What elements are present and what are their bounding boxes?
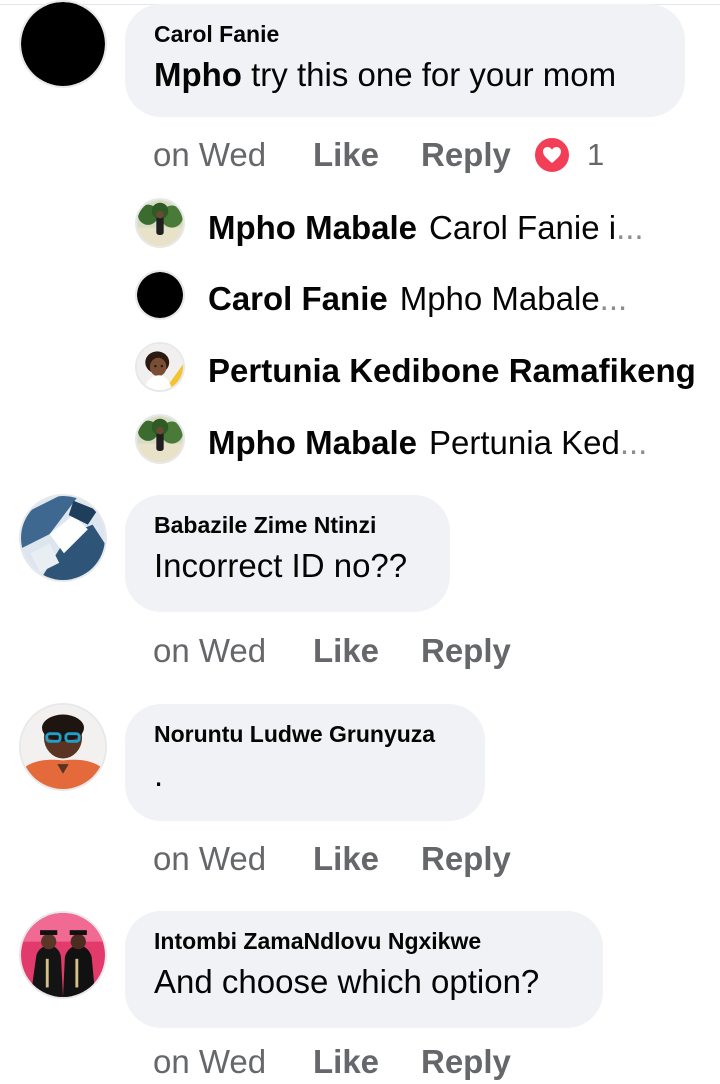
reply-author[interactable]: Carol Fanie xyxy=(208,280,388,318)
reply-author[interactable]: Mpho Mabale xyxy=(208,209,417,247)
comment-timestamp-partial[interactable]: on Wed xyxy=(153,1043,313,1081)
reply-ellipsis: ... xyxy=(619,424,648,461)
avatar-noruntu[interactable] xyxy=(19,703,107,791)
comment-actions: on Wed Like Reply xyxy=(153,837,533,881)
reply-button[interactable]: Reply xyxy=(421,136,533,174)
comment-text: Incorrect ID no?? xyxy=(154,547,408,584)
comment-bubble[interactable]: Carol Fanie Mpho try this one for your m… xyxy=(125,4,685,117)
like-button[interactable]: Like xyxy=(313,840,421,878)
reply-text: Mpho Mabale xyxy=(399,280,600,317)
reply-button[interactable]: Reply xyxy=(421,632,533,670)
avatar-carol-fanie-reply[interactable] xyxy=(135,270,185,320)
reply-ellipsis: ... xyxy=(599,280,628,317)
reply-text: Carol Fanie i xyxy=(429,209,617,246)
reaction-count[interactable]: 1 xyxy=(587,137,604,173)
comment-author[interactable]: Noruntu Ludwe Grunyuza xyxy=(154,720,456,748)
comment-actions: on Wed Like Reply xyxy=(153,629,533,673)
comment-text: . xyxy=(154,756,164,793)
heart-icon[interactable] xyxy=(533,136,571,174)
reply-ellipsis: ... xyxy=(616,209,644,246)
comment-body: try this one for your mom xyxy=(241,56,617,93)
comment-bubble[interactable]: Intombi ZamaNdlovu Ngxikwe And choose wh… xyxy=(125,911,603,1028)
comment-text: Mpho try this one for your mom xyxy=(154,55,656,95)
avatar-intombi[interactable] xyxy=(19,911,107,999)
comment-timestamp[interactable]: on Wed xyxy=(153,136,313,174)
reply-button[interactable]: Reply xyxy=(421,840,533,878)
avatar-mpho-mabale[interactable] xyxy=(135,198,185,248)
reply-button-partial[interactable]: Reply xyxy=(421,1043,533,1081)
reply-preview[interactable]: Mpho Mabale Carol Fanie i... xyxy=(208,203,720,253)
reply-preview[interactable]: Carol Fanie Mpho Mabale ... xyxy=(208,274,720,324)
reply-author[interactable]: Pertunia Kedibone Ramafikeng xyxy=(208,352,696,390)
reply-preview[interactable]: Mpho Mabale Pertunia Ked... xyxy=(208,418,720,468)
avatar-mpho-mabale[interactable] xyxy=(135,414,185,464)
comment-bubble[interactable]: Noruntu Ludwe Grunyuza . xyxy=(125,704,485,821)
reply-author[interactable]: Mpho Mabale xyxy=(208,424,417,462)
comment-timestamp[interactable]: on Wed xyxy=(153,840,313,878)
avatar-babazile[interactable] xyxy=(19,494,107,582)
comment-timestamp[interactable]: on Wed xyxy=(153,632,313,670)
comment-bubble[interactable]: Babazile Zime Ntinzi Incorrect ID no?? xyxy=(125,495,450,612)
like-button[interactable]: Like xyxy=(313,632,421,670)
reply-text: Pertunia Ked xyxy=(429,424,620,461)
like-button-partial[interactable]: Like xyxy=(313,1043,421,1081)
reply-preview[interactable]: Pertunia Kedibone Ramafikeng xyxy=(208,346,720,396)
mention-tag[interactable]: Mpho xyxy=(154,56,242,93)
comment-actions-partial: on Wed Like Reply xyxy=(153,1040,533,1084)
comment-author[interactable]: Carol Fanie xyxy=(154,20,656,48)
avatar-pertunia[interactable] xyxy=(135,342,185,392)
avatar-carol-fanie[interactable] xyxy=(19,0,107,88)
comment-author[interactable]: Babazile Zime Ntinzi xyxy=(154,511,421,539)
comment-text: And choose which option? xyxy=(154,963,540,1000)
comment-actions: on Wed Like Reply 1 xyxy=(153,133,604,177)
comment-author[interactable]: Intombi ZamaNdlovu Ngxikwe xyxy=(154,927,574,955)
like-button[interactable]: Like xyxy=(313,136,421,174)
